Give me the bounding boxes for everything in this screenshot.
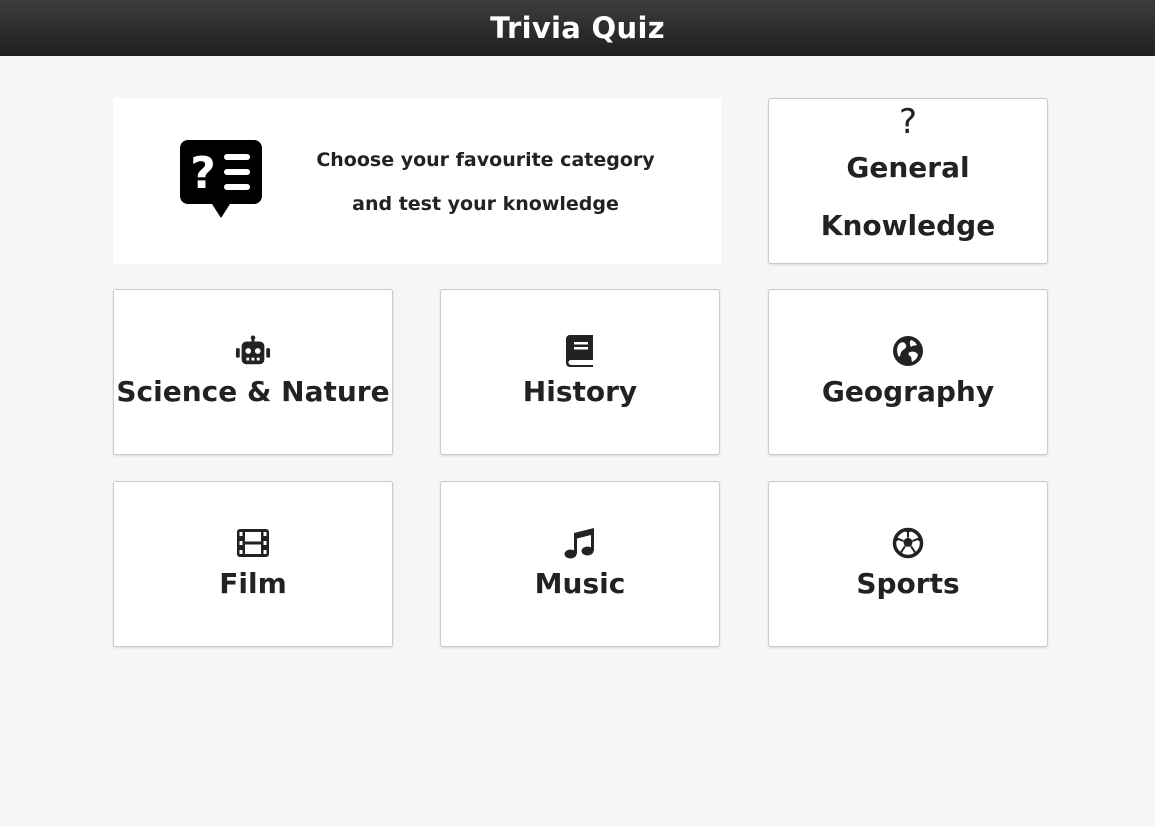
intro-line-1: Choose your favourite category [316,149,655,171]
svg-text:?: ? [190,148,216,199]
app-header: Trivia Quiz [0,0,1155,56]
category-card-sports[interactable]: Sports [768,481,1048,647]
question-list-bubble-icon: ? [180,140,262,218]
category-card-history[interactable]: History [440,289,720,455]
category-label: Geography [821,375,995,408]
intro-text: Choose your favourite category and test … [293,138,678,226]
category-label: Science & Nature [116,375,390,408]
category-card-general-knowledge[interactable]: ? General Knowledge [768,98,1048,264]
category-card-geography[interactable]: Geography [768,289,1048,455]
category-label: Music [534,567,626,600]
question-mark-icon: ? [898,102,918,142]
book-icon [562,333,598,369]
music-note-icon [562,525,598,561]
globe-icon [890,333,926,369]
intro-panel: ? Choose your favourite category and tes… [113,98,721,264]
film-icon [235,525,271,561]
category-label: History [522,375,638,408]
category-card-science-nature[interactable]: Science & Nature [113,289,393,455]
intro-line-2: and test your knowledge [352,193,619,215]
category-card-music[interactable]: Music [440,481,720,647]
category-label: Film [219,567,287,600]
category-label: Sports [856,567,960,600]
category-label: General Knowledge [820,151,996,242]
category-card-film[interactable]: Film [113,481,393,647]
soccer-ball-icon [890,525,926,561]
robot-icon [235,333,271,369]
page-title: Trivia Quiz [490,11,665,45]
